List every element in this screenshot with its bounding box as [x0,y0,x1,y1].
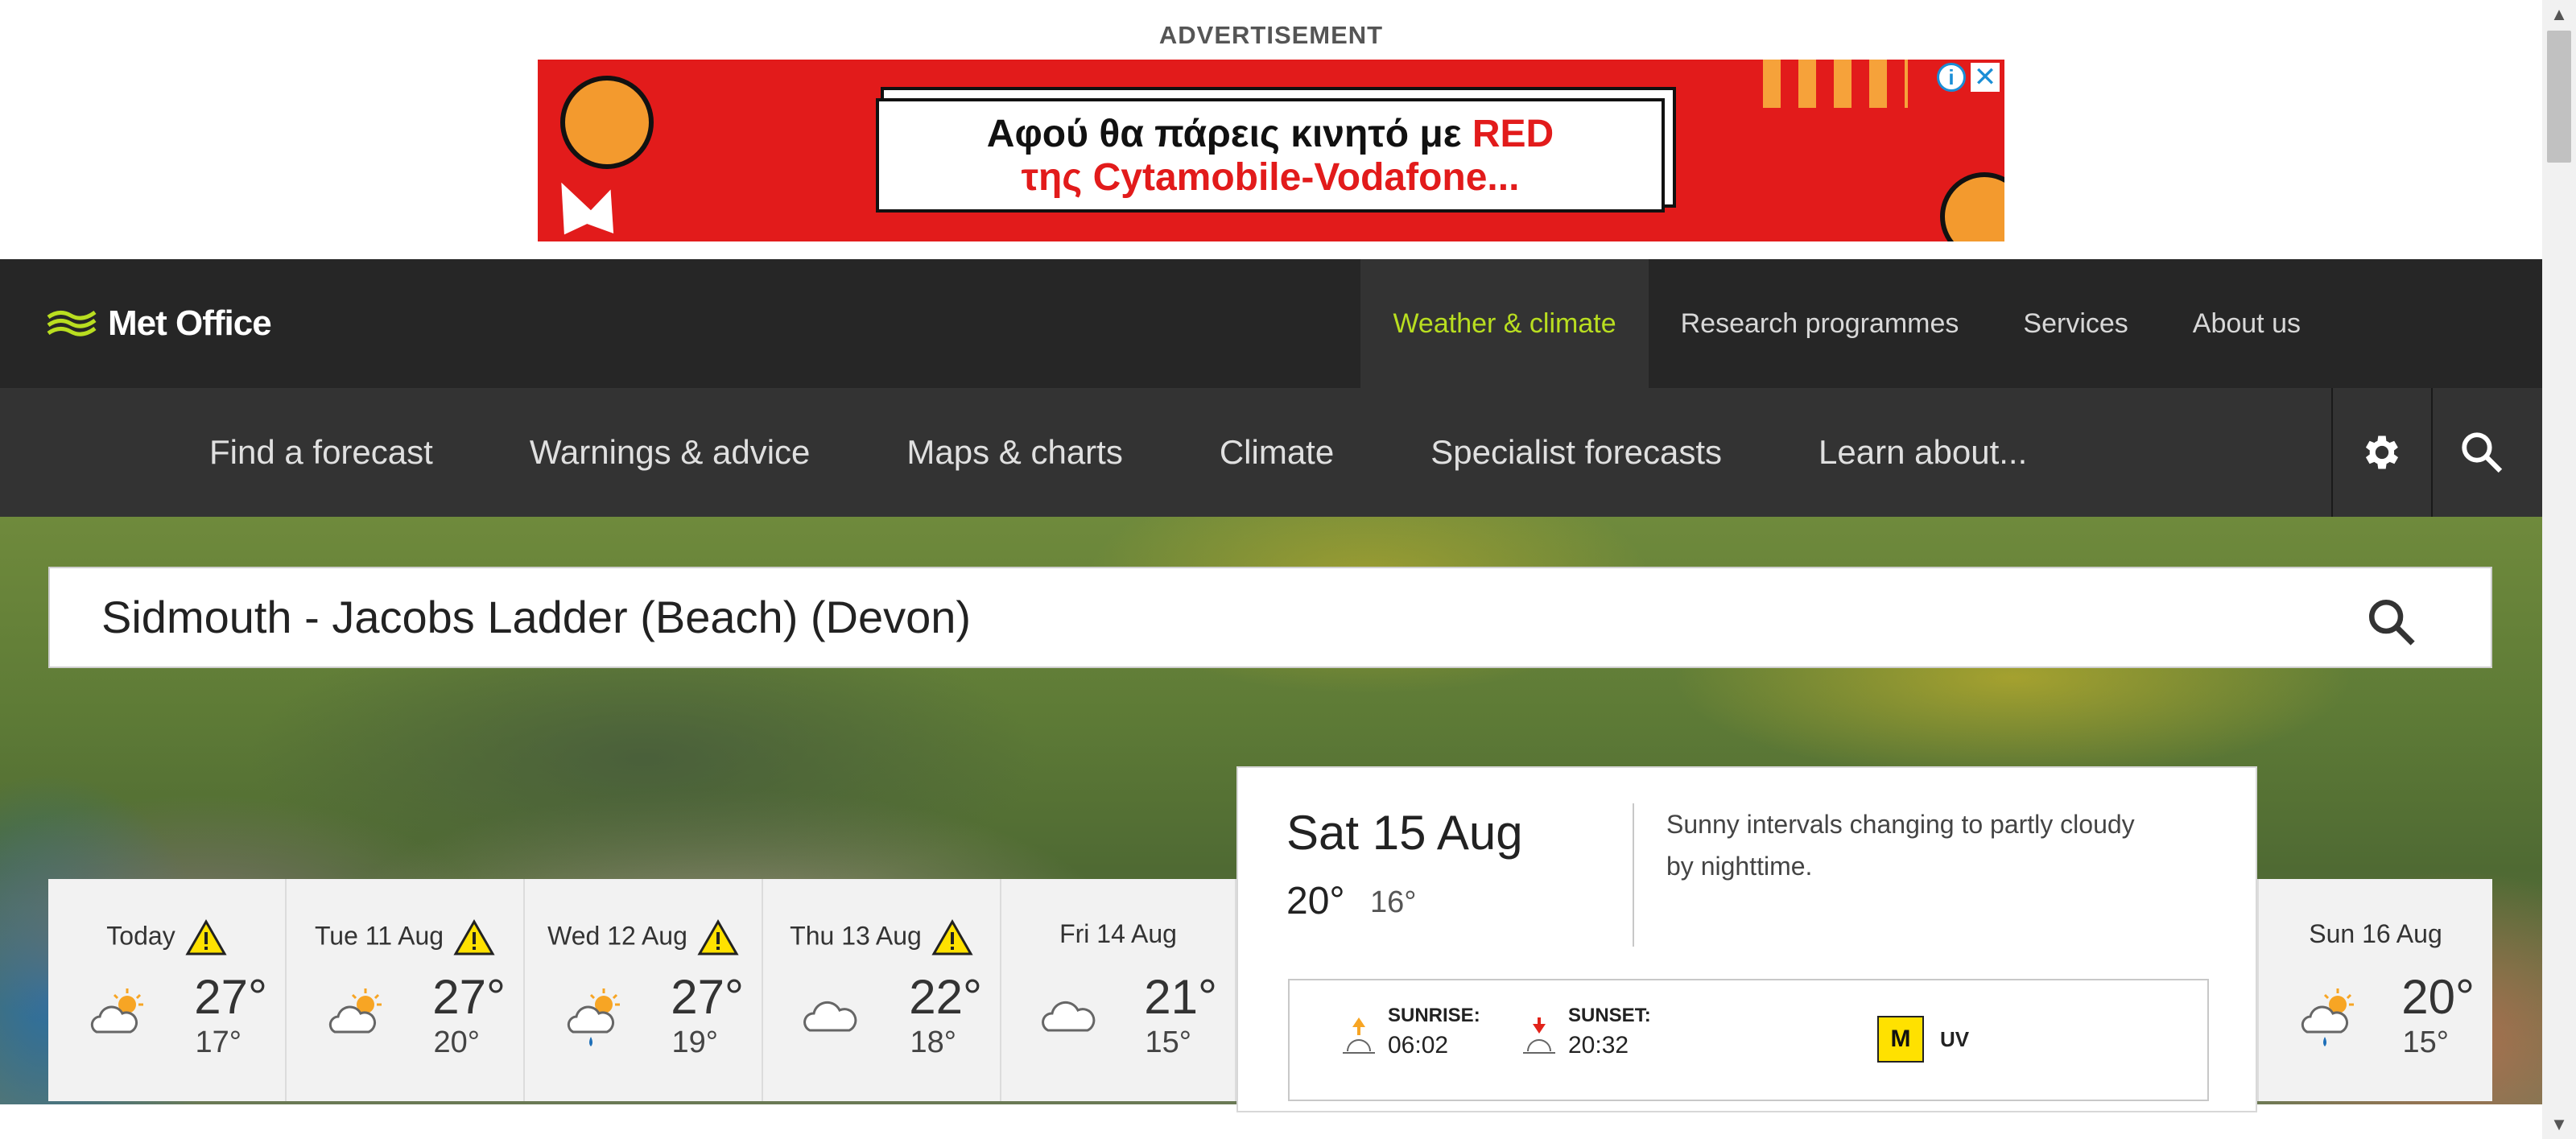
top-link-research-programmes[interactable]: Research programmes [1649,259,1992,388]
ad-decoration-circle [560,76,654,169]
min-temperature: 20° [433,1026,480,1059]
ad-headline: Αφού θα πάρεις κινητό με RED [879,113,1662,156]
header-search-button[interactable] [2431,388,2531,517]
min-temperature: 17° [195,1026,242,1059]
ad-decoration-circle [1940,172,2004,241]
day-label: Today [48,919,285,956]
close-icon[interactable]: ✕ [1971,63,2000,92]
sunset-info: SUNSET: 20:32 [1521,1005,1651,1059]
top-links: Weather & climate Research programmes Se… [1360,259,2542,388]
location-search-input[interactable]: Sidmouth - Jacobs Ladder (Beach) (Devon) [48,567,2492,668]
sunset-time: 20:32 [1568,1032,1629,1059]
gear-icon [2365,435,2399,469]
max-temperature: 21° [1144,970,1217,1024]
selected-day-min-temperature: 16° [1370,885,1417,919]
location-search-value[interactable]: Sidmouth - Jacobs Ladder (Beach) (Devon) [101,568,971,666]
selected-day-detail[interactable]: Sat 15 Aug 20° 16° Sunny intervals chang… [1236,766,2257,1112]
warning-icon [697,919,739,955]
warning-icon [185,919,227,955]
sunrise-info: SUNRISE: 06:02 [1341,1005,1480,1059]
main-navigation: Find a forecast Warnings & advice Maps &… [0,388,2542,517]
advertisement-banner[interactable]: Αφού θα πάρεις κινητό με RED της Cytamob… [538,60,2004,241]
day-label-text: Wed 12 Aug [547,921,687,951]
max-temperature: 27° [194,970,267,1024]
min-temperature: 15° [1145,1026,1191,1059]
day-label: Sun 16 Aug [2309,919,2442,948]
met-office-logo-icon [47,310,97,336]
cloudy-icon [803,1001,857,1032]
ad-headline-highlight: RED [1472,113,1554,155]
forecast-day-today[interactable]: Today 27° 17° [48,879,287,1101]
top-link-services[interactable]: Services [1991,259,2160,388]
max-temperature: 27° [432,970,506,1024]
ad-headline-prefix: Αφού θα πάρεις κινητό με [986,113,1472,155]
min-temperature: 18° [910,1026,956,1059]
day-label-text: Today [106,921,175,951]
min-temperature: 19° [671,1026,718,1059]
forecast-day-wed-12-aug[interactable]: Wed 12 Aug 27° 19° [525,879,763,1101]
ad-text-box: Αφού θα πάρεις κινητό με RED της Cytamob… [876,98,1665,213]
top-navigation: Met Office Weather & climate Research pr… [0,259,2542,388]
settings-button[interactable] [2331,388,2431,517]
selected-day-date: Sat 15 Aug [1286,806,1523,860]
cloudy-icon [1042,1001,1096,1032]
scrollbar-thumb[interactable] [2547,31,2571,163]
warning-icon [931,919,973,955]
sunset-icon [1523,1017,1555,1054]
max-temperature: 27° [671,970,744,1024]
ad-subline: της Cytamobile-Vodafone... [1021,156,1520,199]
nav-warnings-advice[interactable]: Warnings & advice [481,388,859,517]
max-temperature: 22° [909,970,982,1024]
detail-divider [1633,803,1634,947]
top-nav-spacer [2333,259,2542,388]
sunny-intervals-icon [90,988,143,1034]
sunny-intervals-icon [328,988,382,1034]
sunny-shower-icon [567,988,620,1046]
search-icon [2462,432,2503,473]
forecast-day-sun-16-aug[interactable]: Sun 16 Aug 20° 15° [2257,879,2492,1101]
selected-day-description: Sunny intervals changing to partly cloud… [1666,810,2135,881]
sunset-label: SUNSET: [1568,1005,1651,1026]
main-navigation-items: Find a forecast Warnings & advice Maps &… [161,388,2075,517]
scroll-down-arrow-icon[interactable]: ▼ [2542,1110,2576,1139]
sunrise-label: SUNRISE: [1388,1005,1480,1026]
day-label-text: Tue 11 Aug [314,921,444,951]
nav-maps-charts[interactable]: Maps & charts [858,388,1170,517]
ad-decoration-triangle [580,183,628,234]
day-label: Wed 12 Aug [525,919,762,956]
page-scrollbar[interactable]: ▲ ▼ [2542,0,2576,1139]
nav-find-a-forecast[interactable]: Find a forecast [161,388,481,517]
day-label-text: Thu 13 Aug [790,921,922,951]
top-link-about-us[interactable]: About us [2161,259,2333,388]
day-label: Fri 14 Aug [1059,919,1177,948]
uv-label: UV [1940,1027,1970,1051]
sunrise-icon [1343,1017,1375,1054]
min-temperature: 15° [2402,1026,2449,1059]
uv-badge: M [1877,1016,1924,1063]
sun-uv-panel: SUNRISE: 06:02 SUNSET: 20:32 M UV [1288,979,2209,1101]
ad-controls: i ✕ [1937,63,2000,92]
top-link-weather-climate[interactable]: Weather & climate [1360,259,1649,388]
nav-climate[interactable]: Climate [1171,388,1382,517]
nav-learn-about[interactable]: Learn about... [1770,388,2075,517]
advertisement-label: ADVERTISEMENT [1158,21,1384,49]
ad-decoration-stripes [1763,60,1908,108]
nav-specialist-forecasts[interactable]: Specialist forecasts [1382,388,1770,517]
forecast-day-thu-13-aug[interactable]: Thu 13 Aug 22° 18° [763,879,1001,1101]
search-icon[interactable] [2365,596,2418,649]
info-icon[interactable]: i [1937,63,1966,92]
selected-day-max-temperature: 20° [1286,880,1345,922]
sunrise-time: 06:02 [1388,1032,1449,1059]
sunny-shower-icon [2301,988,2354,1046]
day-label: Tue 11 Aug [287,919,523,956]
met-office-logo[interactable]: Met Office [47,299,272,348]
warning-icon [453,919,495,955]
scroll-up-arrow-icon[interactable]: ▲ [2542,0,2576,29]
forecast-day-tue-11-aug[interactable]: Tue 11 Aug 27° 20° [287,879,525,1101]
day-label: Thu 13 Aug [763,919,1000,956]
forecast-day-fri-14-aug[interactable]: Fri 14 Aug 21° 15° [1001,879,1236,1101]
max-temperature: 20° [2401,970,2475,1024]
logo-text: Met Office [108,303,272,343]
